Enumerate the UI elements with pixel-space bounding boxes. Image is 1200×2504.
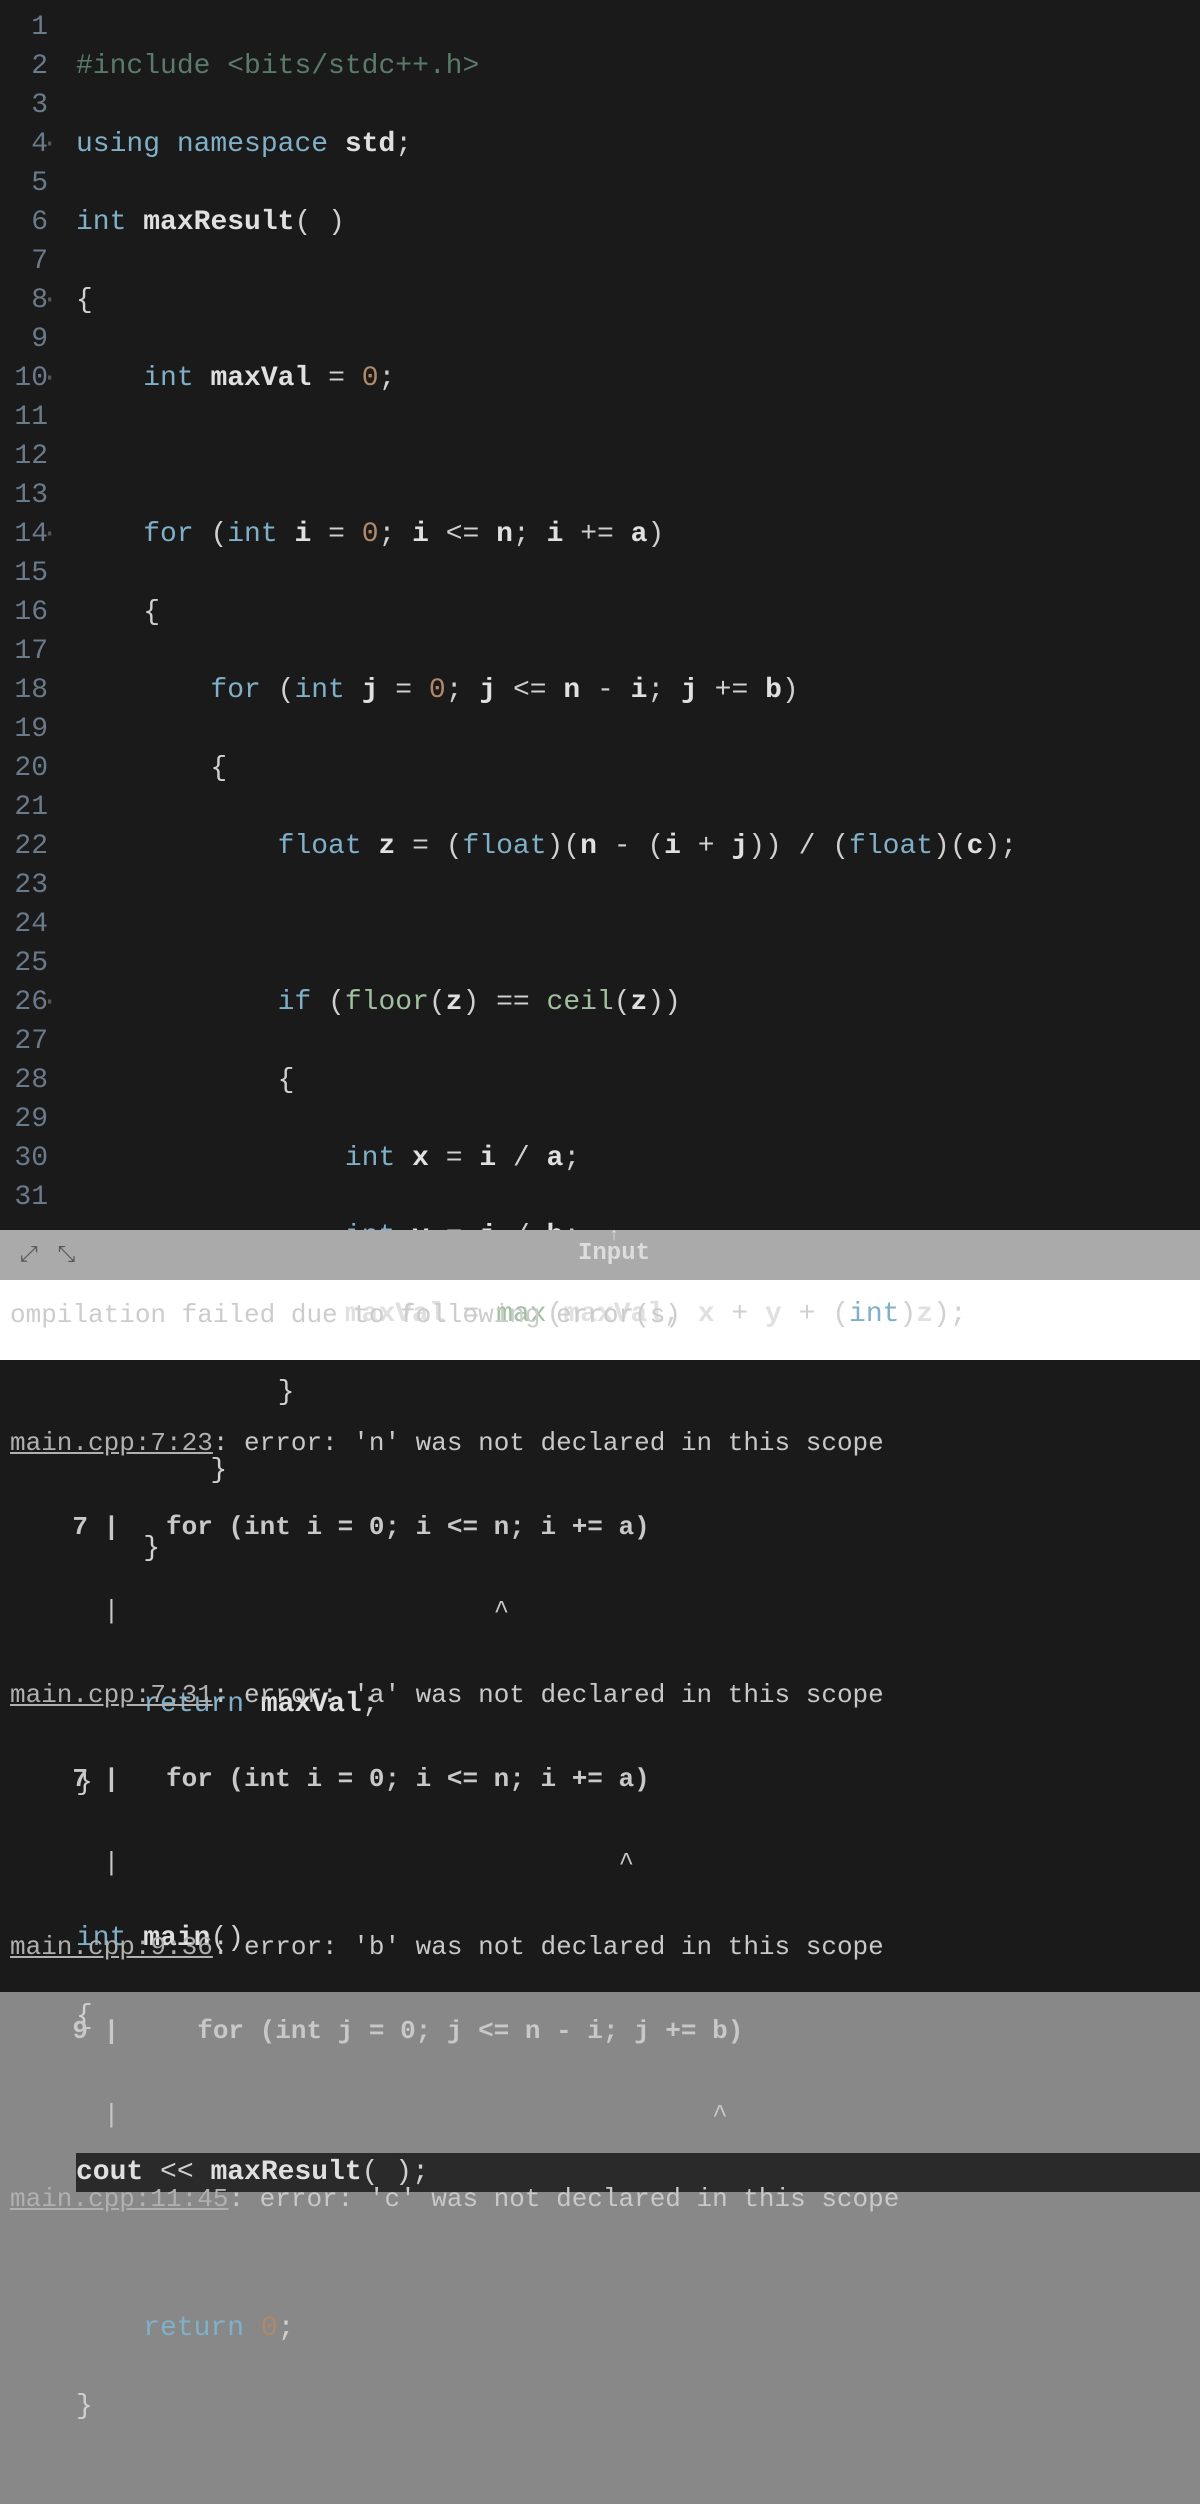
code-editor[interactable]: 1 2 3 4 5 6 7 8 9 10 11 12 13 14 15 16 1… [0,0,1200,1230]
line-number: 8 [8,281,48,320]
line-number: 9 [8,320,48,359]
line-number: 26 [8,983,48,1022]
line-number: 11 [8,398,48,437]
line-number: 7 [8,242,48,281]
line-number: 19 [8,710,48,749]
line-number: 4 [8,125,48,164]
line-number: 22 [8,827,48,866]
line-number: 31 [8,1178,48,1217]
line-gutter: 1 2 3 4 5 6 7 8 9 10 11 12 13 14 15 16 1… [0,0,60,1230]
code-line[interactable]: { [76,749,1200,788]
code-line[interactable]: { [76,281,1200,320]
code-line[interactable]: return 0; [76,2309,1200,2348]
line-number: 12 [8,437,48,476]
input-tab[interactable]: ↑ Input [578,1226,650,1267]
line-number: 2 [8,47,48,86]
line-number: 10 [8,359,48,398]
line-number: 20 [8,749,48,788]
code-line[interactable]: int maxVal = 0; [76,359,1200,398]
code-line[interactable]: } [76,1373,1200,1412]
line-number: 25 [8,944,48,983]
code-line[interactable]: int x = i / a; [76,1139,1200,1178]
line-number: 21 [8,788,48,827]
line-number: 27 [8,1022,48,1061]
code-line[interactable]: if (floor(z) == ceil(z)) [76,983,1200,1022]
line-number: 13 [8,476,48,515]
line-number: 15 [8,554,48,593]
line-number: 5 [8,164,48,203]
line-number: 17 [8,632,48,671]
line-number: 16 [8,593,48,632]
line-number: 18 [8,671,48,710]
code-line[interactable]: { [76,593,1200,632]
line-number: 24 [8,905,48,944]
code-line[interactable]: for (int j = 0; j <= n - i; j += b) [76,671,1200,710]
resize-diagonal-icon[interactable]: ⤢ [20,1243,38,1268]
line-number: 14 [8,515,48,554]
line-number: 3 [8,86,48,125]
line-number: 23 [8,866,48,905]
code-line[interactable] [76,2231,1200,2270]
panel-divider[interactable]: ⤢ ⤡ ↑ Input [0,1230,1200,1280]
line-number: 28 [8,1061,48,1100]
resize-diagonal-icon[interactable]: ⤡ [58,1243,76,1268]
code-area[interactable]: #include <bits/stdc++.h> using namespace… [60,0,1200,1230]
code-line[interactable] [76,905,1200,944]
code-line[interactable]: float z = (float)(n - (i + j)) / (float)… [76,827,1200,866]
line-number: 30 [8,1139,48,1178]
code-line[interactable]: using namespace std; [76,125,1200,164]
line-number: 6 [8,203,48,242]
code-line[interactable]: } [76,2387,1200,2426]
line-number: 1 [8,8,48,47]
code-line[interactable]: #include <bits/stdc++.h> [76,47,1200,86]
line-number: 29 [8,1100,48,1139]
code-line[interactable]: for (int i = 0; i <= n; i += a) [76,515,1200,554]
code-line[interactable] [76,437,1200,476]
input-tab-label: Input [578,1240,650,1267]
code-line[interactable]: int maxResult( ) [76,203,1200,242]
code-line[interactable]: { [76,1061,1200,1100]
